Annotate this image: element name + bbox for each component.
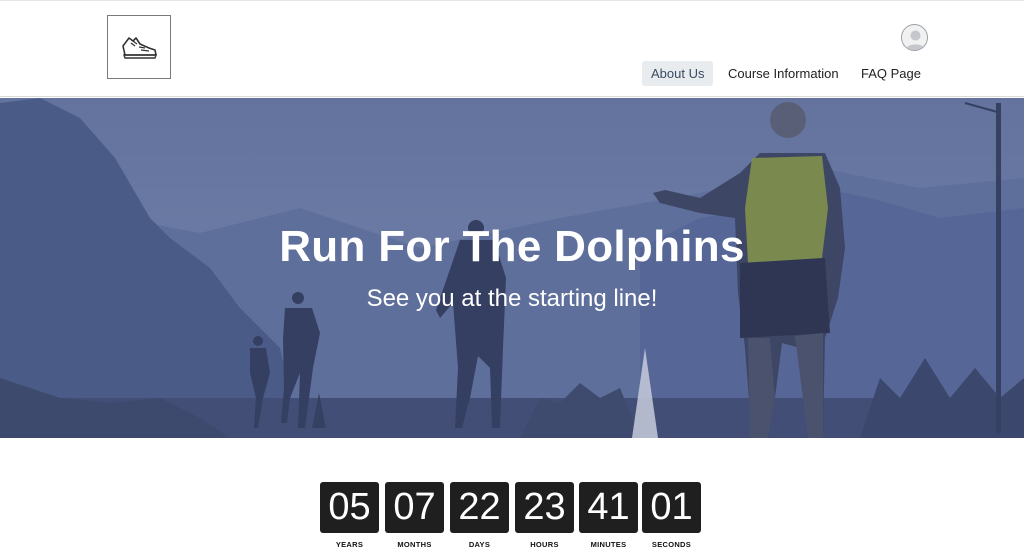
countdown-label: DAYS [468, 540, 491, 549]
countdown-value: 07 [385, 482, 444, 533]
countdown-label: MONTHS [397, 540, 432, 549]
nav-faq-page[interactable]: FAQ Page [852, 61, 930, 86]
countdown-value: 05 [320, 482, 379, 533]
countdown-label: SECONDS [651, 540, 692, 549]
countdown-label: YEARS [335, 540, 364, 549]
countdown-days: 22 DAYS [450, 482, 511, 549]
hero-title: Run For The Dolphins [279, 222, 745, 271]
countdown-months: 07 MONTHS [385, 482, 446, 549]
countdown-value: 23 [515, 482, 574, 533]
nav-course-information[interactable]: Course Information [719, 61, 848, 86]
countdown-value: 41 [579, 482, 638, 533]
site-logo[interactable] [107, 15, 171, 79]
hero-subtitle: See you at the starting line! [366, 285, 658, 312]
nav-about-us[interactable]: About Us [642, 61, 714, 86]
user-avatar-icon[interactable] [901, 24, 928, 51]
countdown-label: HOURS [530, 540, 559, 549]
running-shoe-icon [122, 37, 157, 59]
countdown-value: 22 [450, 482, 509, 533]
site-header: About Us Course Information FAQ Page [0, 0, 1024, 97]
countdown-minutes: 41 MINUTES [579, 482, 640, 549]
countdown-label: MINUTES [590, 540, 627, 549]
countdown-timer: 05 YEARS 07 MONTHS 22 DAYS 23 HOURS 41 M… [320, 482, 704, 550]
hero-banner: Run For The Dolphins See you at the star… [0, 98, 1024, 438]
countdown-hours: 23 HOURS [515, 482, 576, 549]
countdown-seconds: 01 SECONDS [642, 482, 703, 549]
countdown-years: 05 YEARS [320, 482, 381, 549]
countdown-value: 01 [642, 482, 701, 533]
